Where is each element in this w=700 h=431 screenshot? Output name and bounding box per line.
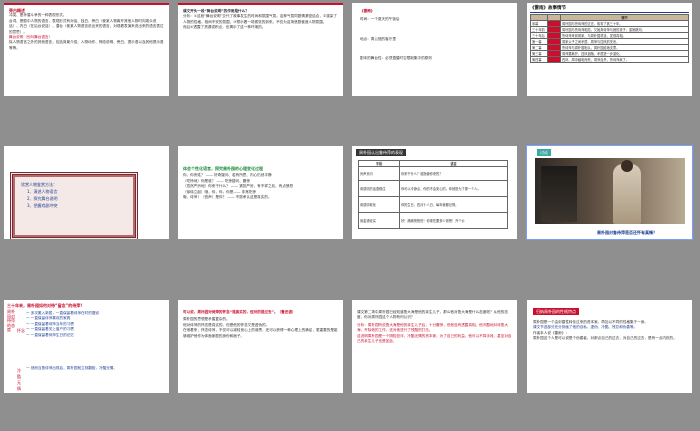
slide-heading: 《雷雨》 <box>360 9 375 13</box>
label-miss: 怀念 <box>17 328 25 333</box>
slide-text-line: 剧本的舞台性：必须遵循时空限制集中的原则 <box>360 56 432 61</box>
card-title: 欣赏人物鉴赏方法： <box>21 182 57 187</box>
slide-question: 体会个性化语言，探究周朴园的心理变化过程 <box>183 166 263 171</box>
slide-thumb-15[interactable]: 《雷雨》 时间：一个夏天的午饭后 地点：周公馆的客厅里 剧本的舞台性：必须遵循时… <box>352 3 517 96</box>
slide-text-line: 周朴园这个人是可以说是个伪善者，对那点自己的过去，对自己的过去，是有一点内疚的。 <box>533 336 677 341</box>
slide-thumb-21[interactable]: 三十年来，周朴园如何对待“留念”的侍萍？ 周朴园对侍萍的态度 一 多次搬入新居，… <box>4 300 169 393</box>
slide-text-line: 而且④透露了资源或积点，也揭示了这一种环境的。 <box>183 25 266 30</box>
slide-text-line: 除人物语言之外的其他语言，包括背景介绍、人物动作、神态说明、旁白、提示语以及其他… <box>9 40 164 50</box>
slide-title: 三十年来，周朴园如何对待“留念”的侍萍？ <box>7 303 85 308</box>
scene-photo <box>535 158 685 224</box>
table-row: 第四幕 四凤、周冲触电而死，周萍自杀，鲁侍萍疯了。 <box>530 56 689 63</box>
slide-text-line: 这说明周朴园是一个阴险狡诈、冷酷无情的资本家，为了自己的利益，他可以不择手段，甚… <box>357 333 512 344</box>
slide-text-line: 地点：周公馆的客厅里 <box>360 36 396 41</box>
slide-thumb-13[interactable]: 旁白概述 冲突、是矛盾斗争的一种表现形式。 台词、是剧中人物的语言，表现形式有对… <box>4 3 169 96</box>
slide-thumb-17[interactable]: 欣赏人物鉴赏方法： 1、演述人物语言 2、探究舞台说明 3、把握戏剧冲突 ☆ 1… <box>4 146 169 239</box>
slide-thumb-23[interactable]: 课文第二场中周朴园已经知道鲁大海是他的亲生儿子，那么他对鲁大海是什么态度呢？从他… <box>352 300 517 393</box>
slide-thumb-14[interactable]: 课文开头一段“舞台说明”的作用是什么？ 分析：①这段“舞台说明”交代了故事发生的… <box>178 3 343 96</box>
method-card: 欣赏人物鉴赏方法： 1、演述人物语言 2、探究舞台说明 3、把握戏剧冲突 <box>10 172 138 239</box>
side-label: 周朴园对侍萍的态度 <box>7 309 15 333</box>
table-row: 用感情软化 你的生日，四月十八日，每年我都记得。 <box>358 196 508 213</box>
slide-thumb-16[interactable]: 《雷雨》故事情节 情节 序幕 周朴园与鲁侍萍的过去，故事了其三十年。 三十年前 周朴… <box>527 3 692 96</box>
slide-thumb-24[interactable]: 归纳周朴园的性格特点 周朴园是一个由封建性转化过来的资本家。再加以不同的性格集于… <box>527 300 692 393</box>
slide-title: 周朴园认出鲁侍萍的表现 <box>356 149 406 156</box>
card-item: 2、探究舞台说明 <box>27 196 58 201</box>
discussion-tag: 讨论 <box>537 149 551 156</box>
slide-thumb-18[interactable]: 体会个性化语言，探究周朴园的心理变化过程 你，你贵姓？ —— 好奇疑问、若有所思… <box>178 146 343 239</box>
table-row: 用金钱收买 好！痛痛快快的！你现在要多少钱吧！开个价 <box>358 212 508 229</box>
table-row: 厉声责问 你来干什么？谁指使你来的？ <box>358 166 508 181</box>
slide-caption: 周朴园对鲁侍萍是否还怀有真情？ <box>597 230 657 235</box>
slide-thumb-19[interactable]: 周朴园认出鲁侍萍的表现 手段 语言 厉声责问 你来干什么？谁指使你来的？ 用感情的… <box>352 146 517 239</box>
slide-thumb-22[interactable]: 可以说，周朴园对侍萍的怀念“是真实的，但对的是过去”。（鲁迅语） 周朴园的思想是… <box>178 300 343 393</box>
slide-thumb-20[interactable]: 讨论 周朴园对鲁侍萍是否还怀有真情？ ☆ 20 <box>526 145 693 240</box>
label-cold: 冷酷无情 <box>17 368 21 391</box>
plot-table: 情节 序幕 周朴园与鲁侍萍的过去，故事了其三十年。 三十年前 周朴园与鲁侍萍相恋，又… <box>530 14 689 63</box>
slide-question: 课文第二场中周朴园已经知道鲁大海是他的亲生儿子，那么他对鲁大海是什么态度呢？从他… <box>357 310 508 320</box>
slide-text-line: 分析：①这段“舞台说明”交代了故事发生的时间和氛围气氛。这种气氛同剧情紧密结合，… <box>183 14 337 24</box>
slide-text-line: 时间：一个夏天的午饭后 <box>360 17 400 22</box>
slide-title: 《雷雨》故事情节 <box>530 6 566 11</box>
slide-text-line: 一 一直保留着侍萍生日的记忆 <box>26 332 74 337</box>
card-item: 3、把握戏剧冲突 <box>27 203 58 208</box>
slide-text-line: 分析：周朴园听说鲁大海是他的亲生儿子后，十分震惊，但他没有透露真相。他冷酷地对待… <box>357 322 508 333</box>
slide-text-line: 在他看来，怀念侍萍，不仅可以减轻良心上的谴责，还可以获得一种心理上的满足，更重要… <box>183 328 338 338</box>
slide-title: 归纳周朴园的性格特点 <box>533 308 579 315</box>
actor-figure <box>613 164 641 224</box>
slide-text-line: 台词、是剧中人物的语言，表现形式有对话、独白、旁白（使某人物离开其他人物时向观众… <box>9 18 164 34</box>
slide-text-line: 哦，侍萍！（低声）是你？ —— 不愿承认这是真实的。 <box>183 195 272 200</box>
slide-lead: 可以说，周朴园对侍萍的怀念“是真实的，但对的是过去”。（鲁迅语） <box>183 310 296 314</box>
card-item: 1、演述人物语言 <box>27 189 58 194</box>
table-row: 用感情的话语稳住 你可以冷静点，你的不会安心的，你就是为了那一个人。 <box>358 180 508 197</box>
slide-text-bottom: 一 然而当鲁侍萍出现后，周朴园就立刻翻脸，冷酷无情。 <box>26 366 117 370</box>
recognition-table: 手段 语言 厉声责问 你来干什么？谁指使你来的？ 用感情的话语稳住 你可以冷静点，你… <box>358 160 508 229</box>
